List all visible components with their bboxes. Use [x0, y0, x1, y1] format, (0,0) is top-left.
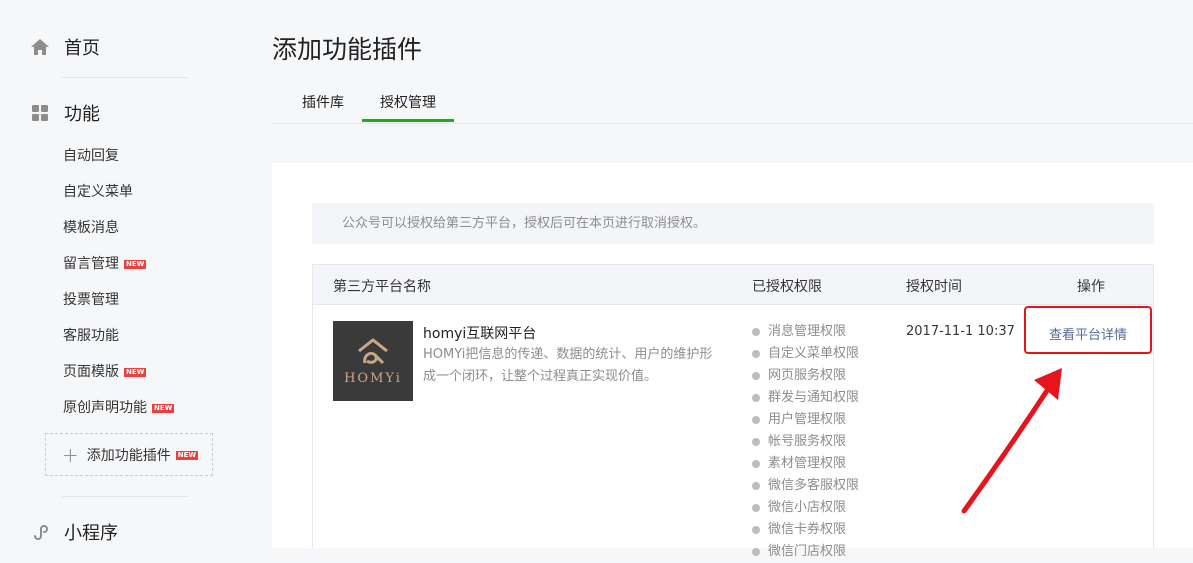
list-item: 微信卡券权限: [752, 519, 859, 541]
sidebar-home[interactable]: 首页: [30, 34, 100, 60]
annotation-highlight-box: [1024, 306, 1152, 354]
sidebar-item-custom-menu[interactable]: 自定义菜单: [63, 181, 133, 201]
auth-time: 2017-11-1 10:37: [906, 324, 1015, 339]
sidebar-item-page-template[interactable]: 页面模版 NEW: [63, 361, 147, 381]
header-platform-name: 第三方平台名称: [333, 279, 431, 295]
notice-banner: 公众号可以授权给第三方平台，授权后可在本页进行取消授权。: [312, 203, 1154, 244]
permission-label: 自定义菜单权限: [768, 346, 860, 361]
platform-logo: HOMYi: [333, 321, 413, 401]
sidebar-divider: [62, 77, 188, 78]
permission-label: 微信小店权限: [768, 500, 847, 515]
sidebar: 首页 功能 自动回复 自定义菜单 模板消息 留言管理 NEW 投票管理 客服功能…: [0, 0, 232, 548]
permission-list: 消息管理权限 自定义菜单权限 网页服务权限 群发与通知权限 用户管理权限 帐号服…: [752, 321, 859, 563]
permission-label: 用户管理权限: [768, 412, 847, 427]
sidebar-item-customer-service[interactable]: 客服功能: [63, 325, 119, 345]
miniprogram-icon: [34, 525, 48, 540]
sidebar-item-label: 自定义菜单: [63, 184, 133, 200]
permission-label: 群发与通知权限: [768, 390, 860, 405]
list-item: 网页服务权限: [752, 365, 859, 387]
permission-label: 网页服务权限: [768, 368, 847, 383]
list-item: 群发与通知权限: [752, 387, 859, 409]
new-badge: NEW: [124, 367, 147, 377]
bullet-icon: [752, 438, 760, 446]
tab-bar: 插件库 授权管理: [272, 78, 1193, 124]
list-item: 帐号服务权限: [752, 431, 859, 453]
platform-name: homyi互联网平台: [423, 326, 537, 342]
permission-label: 帐号服务权限: [768, 434, 847, 449]
sidebar-item-label: 留言管理: [63, 256, 119, 272]
list-item: 素材管理权限: [752, 453, 859, 475]
sidebar-home-label: 首页: [64, 38, 100, 59]
sidebar-functions-label: 功能: [64, 104, 100, 125]
page-title: 添加功能插件: [272, 35, 423, 64]
bullet-icon: [752, 526, 760, 534]
sidebar-item-label: 原创声明功能: [63, 400, 147, 416]
list-item: 微信门店权限: [752, 541, 859, 563]
bullet-icon: [752, 350, 760, 358]
sidebar-item-label: 投票管理: [63, 292, 119, 308]
permission-label: 微信卡券权限: [768, 522, 847, 537]
platform-description: HOMYi把信息的传递、数据的统计、用户的维护形成一个闭环，让整个过程真正实现价…: [423, 347, 713, 384]
logo-wordmark: HOMYi: [344, 370, 402, 386]
sidebar-item-auto-reply[interactable]: 自动回复: [63, 145, 119, 165]
sidebar-item-template-message[interactable]: 模板消息: [63, 217, 119, 237]
active-tab-indicator: [362, 119, 454, 122]
home-icon: [31, 39, 49, 55]
bullet-icon: [752, 416, 760, 424]
sidebar-item-comment-management[interactable]: 留言管理 NEW: [63, 253, 147, 273]
new-badge: NEW: [175, 451, 199, 460]
sidebar-divider: [62, 496, 188, 497]
header-permissions: 已授权权限: [752, 279, 822, 295]
header-action: 操作: [1077, 279, 1105, 295]
bullet-icon: [752, 548, 760, 556]
plus-icon: +: [62, 442, 79, 467]
list-item: 用户管理权限: [752, 409, 859, 431]
grid-icon: [32, 105, 48, 121]
list-item: 微信小店权限: [752, 497, 859, 519]
permission-label: 微信门店权限: [768, 544, 847, 559]
header-auth-time: 授权时间: [906, 279, 962, 295]
bullet-icon: [752, 460, 760, 468]
add-plugin-label: 添加功能插件: [86, 447, 171, 464]
bullet-icon: [752, 482, 760, 490]
table-header: [313, 265, 1153, 305]
bullet-icon: [752, 504, 760, 512]
sidebar-miniprogram-label: 小程序: [64, 523, 118, 544]
sidebar-item-original-declaration[interactable]: 原创声明功能 NEW: [63, 397, 175, 417]
new-badge: NEW: [152, 403, 175, 413]
annotation-arrow-icon: [961, 368, 1062, 514]
tab-authorization-management[interactable]: 授权管理: [380, 92, 436, 112]
sidebar-item-label: 自动回复: [63, 148, 119, 164]
list-item: 自定义菜单权限: [752, 343, 859, 365]
sidebar-item-vote-management[interactable]: 投票管理: [63, 289, 119, 309]
list-item: 微信多客服权限: [752, 475, 859, 497]
list-item: 消息管理权限: [752, 321, 859, 343]
permission-label: 消息管理权限: [768, 324, 847, 339]
sidebar-miniprogram[interactable]: 小程序: [31, 519, 118, 545]
sidebar-item-label: 页面模版: [63, 364, 119, 380]
bullet-icon: [752, 328, 760, 336]
homyi-logo-icon: [358, 337, 388, 364]
sidebar-item-label: 客服功能: [63, 328, 119, 344]
permission-label: 素材管理权限: [768, 456, 847, 471]
new-badge: NEW: [124, 259, 147, 269]
bullet-icon: [752, 394, 760, 402]
bullet-icon: [752, 372, 760, 380]
sidebar-item-label: 模板消息: [63, 220, 119, 236]
sidebar-functions[interactable]: 功能: [31, 100, 100, 126]
tab-plugin-library[interactable]: 插件库: [302, 92, 344, 112]
add-plugin-button[interactable]: + 添加功能插件 NEW: [45, 433, 213, 476]
permission-label: 微信多客服权限: [768, 478, 860, 493]
